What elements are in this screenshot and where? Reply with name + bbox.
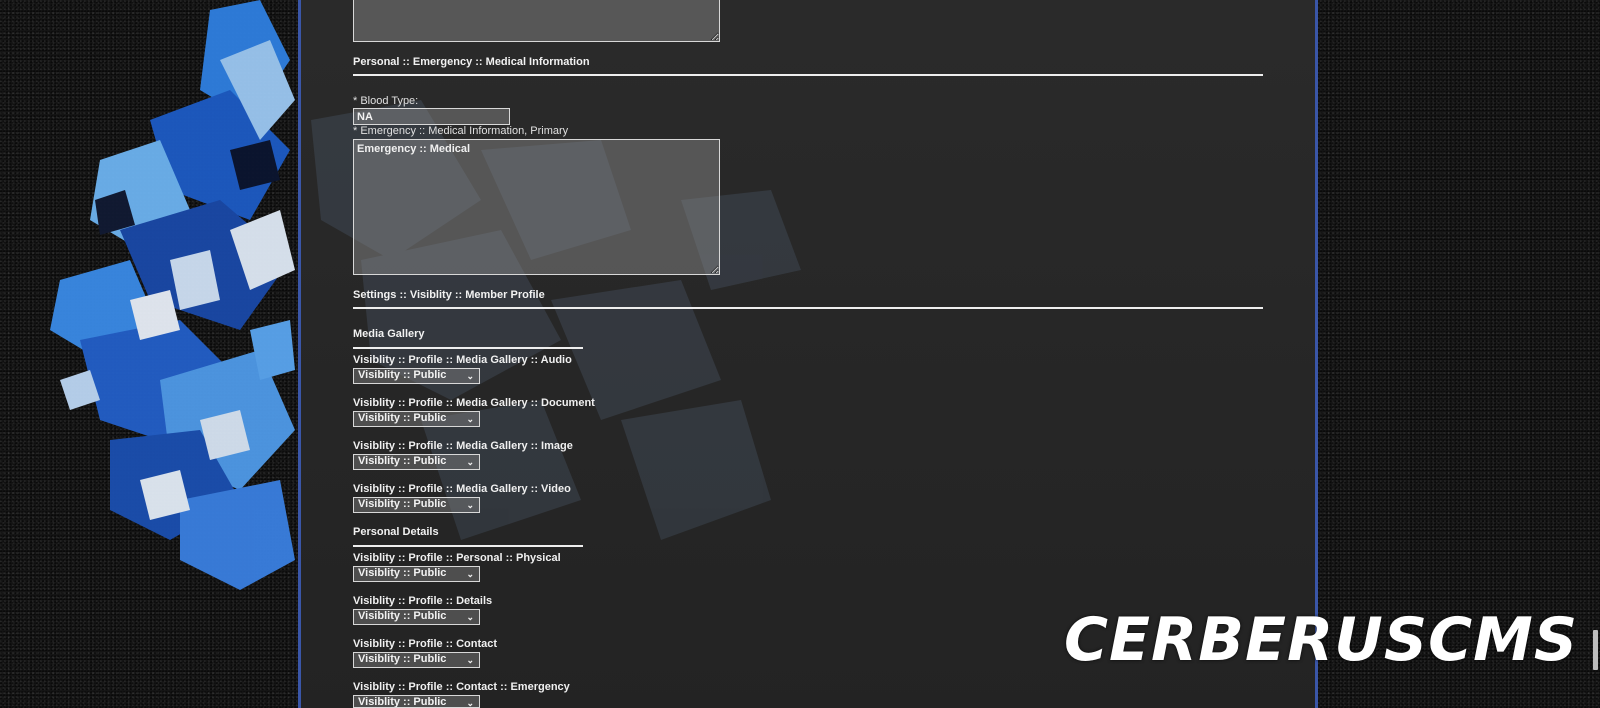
chevron-down-icon: ⌄: [466, 612, 474, 622]
scrollbar-thumb[interactable]: [1593, 630, 1598, 670]
blood-type-input[interactable]: [353, 108, 510, 125]
visibility-physical-label: Visiblity :: Profile :: Personal :: Phys…: [353, 552, 561, 564]
visibility-document-label: Visiblity :: Profile :: Media Gallery ::…: [353, 397, 595, 409]
chevron-down-icon: ⌄: [466, 500, 474, 510]
settings-section-divider: [353, 307, 1263, 309]
select-value: Visiblity :: Public: [358, 498, 447, 510]
visibility-contact-label: Visiblity :: Profile :: Contact: [353, 638, 498, 650]
select-value: Visiblity :: Public: [358, 455, 447, 467]
settings-section-title: Settings :: Visiblity :: Member Profile: [353, 289, 545, 301]
visibility-emergency-select[interactable]: Visiblity :: Public ⌄: [353, 695, 480, 708]
medical-info-textarea[interactable]: Emergency :: Medical: [353, 139, 720, 275]
medical-info-label: * Emergency :: Medical Information, Prim…: [353, 125, 569, 137]
blue-shards-art: [50, 0, 295, 590]
select-value: Visiblity :: Public: [358, 567, 447, 579]
chevron-down-icon: ⌄: [466, 457, 474, 467]
medical-section-title: Personal :: Emergency :: Medical Informa…: [353, 56, 590, 68]
visibility-video-label: Visiblity :: Profile :: Media Gallery ::…: [353, 483, 571, 495]
select-value: Visiblity :: Public: [358, 653, 447, 665]
media-gallery-divider: [353, 347, 583, 349]
chevron-down-icon: ⌄: [466, 569, 474, 579]
chevron-down-icon: ⌄: [466, 655, 474, 665]
select-value: Visiblity :: Public: [358, 412, 447, 424]
brand-logo-text: CERBERUSCMS 4: [1064, 605, 1600, 675]
chevron-down-icon: ⌄: [466, 414, 474, 424]
visibility-contact-select[interactable]: Visiblity :: Public ⌄: [353, 652, 480, 668]
visibility-audio-select[interactable]: Visiblity :: Public ⌄: [353, 368, 480, 384]
visibility-details-label: Visiblity :: Profile :: Details: [353, 595, 493, 607]
visibility-details-select[interactable]: Visiblity :: Public ⌄: [353, 609, 480, 625]
personal-details-divider: [353, 545, 583, 547]
chevron-down-icon: ⌄: [466, 371, 474, 381]
chevron-down-icon: ⌄: [466, 698, 474, 708]
media-gallery-title: Media Gallery: [353, 328, 425, 340]
visibility-video-select[interactable]: Visiblity :: Public ⌄: [353, 497, 480, 513]
visibility-physical-select[interactable]: Visiblity :: Public ⌄: [353, 566, 480, 582]
select-value: Visiblity :: Public: [358, 369, 447, 381]
previous-textarea[interactable]: [353, 0, 720, 42]
select-value: Visiblity :: Public: [358, 696, 447, 708]
select-value: Visiblity :: Public: [358, 610, 447, 622]
visibility-audio-label: Visiblity :: Profile :: Media Gallery ::…: [353, 354, 572, 366]
visibility-image-label: Visiblity :: Profile :: Media Gallery ::…: [353, 440, 573, 452]
blood-type-label: * Blood Type:: [353, 95, 419, 107]
visibility-document-select[interactable]: Visiblity :: Public ⌄: [353, 411, 480, 427]
personal-details-title: Personal Details: [353, 526, 439, 538]
visibility-emergency-label: Visiblity :: Profile :: Contact :: Emerg…: [353, 681, 570, 693]
medical-section-divider: [353, 74, 1263, 76]
visibility-image-select[interactable]: Visiblity :: Public ⌄: [353, 454, 480, 470]
